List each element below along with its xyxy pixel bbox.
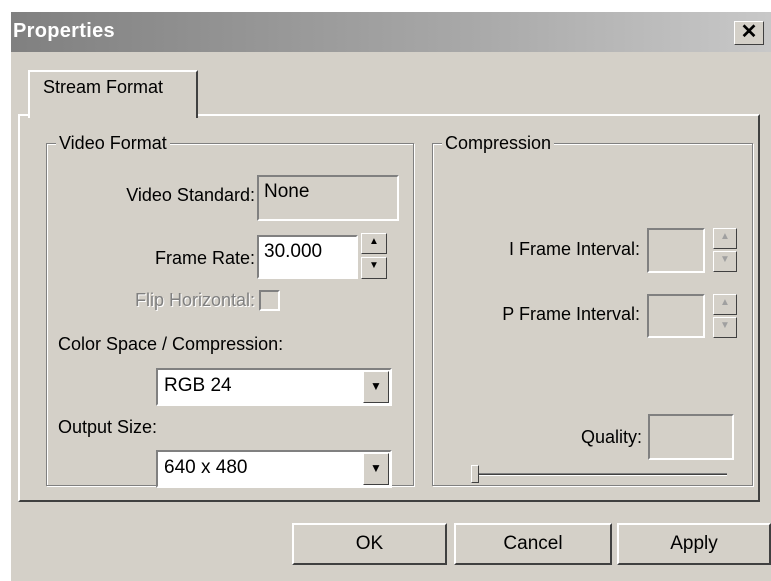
output-size-dropdown-button[interactable]: ▼ xyxy=(363,453,389,485)
spin-up-icon: ▲ xyxy=(369,236,379,247)
i-frame-spin-down[interactable]: ▼ xyxy=(713,251,737,272)
frame-rate-spin-up[interactable]: ▲ xyxy=(361,233,387,254)
video-standard-field: None xyxy=(257,175,399,221)
flip-horizontal-label: Flip Horizontal: xyxy=(134,290,255,310)
spin-down-icon: ▼ xyxy=(720,320,730,331)
output-size-select[interactable]: 640 x 480 ▼ xyxy=(156,450,392,488)
p-frame-spin-up[interactable]: ▲ xyxy=(713,294,737,315)
output-size-label: Output Size: xyxy=(58,417,158,437)
compression-group: Compression I Frame Interval: ▲ ▼ P Fram… xyxy=(432,132,753,486)
output-size-value: 640 x 480 xyxy=(164,457,248,478)
flip-horizontal-checkbox[interactable] xyxy=(259,290,280,311)
close-icon: ✕ xyxy=(740,21,758,43)
p-frame-spin-down[interactable]: ▼ xyxy=(713,317,737,338)
color-space-label: Color Space / Compression: xyxy=(58,334,284,354)
quality-label: Quality: xyxy=(580,427,642,447)
tab-stream-format[interactable]: Stream Format xyxy=(28,70,198,118)
frame-rate-label: Frame Rate: xyxy=(154,248,255,268)
quality-field xyxy=(648,414,734,460)
compression-group-title: Compression xyxy=(442,132,555,154)
spin-down-icon: ▼ xyxy=(720,254,730,265)
spin-up-icon: ▲ xyxy=(720,231,730,242)
frame-rate-input[interactable]: 30.000 xyxy=(257,235,358,279)
i-frame-interval-label: I Frame Interval: xyxy=(508,239,640,259)
color-space-dropdown-button[interactable]: ▼ xyxy=(363,371,389,403)
dropdown-arrow-icon: ▼ xyxy=(370,461,382,475)
close-button[interactable]: ✕ xyxy=(734,21,764,45)
i-frame-interval-input[interactable] xyxy=(647,228,705,273)
video-standard-label: Video Standard: xyxy=(126,185,255,205)
frame-rate-spin-down[interactable]: ▼ xyxy=(361,257,387,279)
frame-rate-value: 30.000 xyxy=(264,241,323,262)
video-standard-value: None xyxy=(264,181,310,202)
i-frame-spin-up[interactable]: ▲ xyxy=(713,228,737,249)
quality-slider-track[interactable] xyxy=(471,473,727,476)
quality-slider-thumb[interactable] xyxy=(471,465,479,483)
video-format-group: Video Format Video Standard: None Frame … xyxy=(46,132,414,488)
color-space-select[interactable]: RGB 24 ▼ xyxy=(156,368,392,406)
cancel-button[interactable]: Cancel xyxy=(454,523,612,565)
apply-button[interactable]: Apply xyxy=(617,523,771,565)
spin-down-icon: ▼ xyxy=(369,260,379,271)
p-frame-interval-input[interactable] xyxy=(647,294,705,338)
spin-up-icon: ▲ xyxy=(720,297,730,308)
dropdown-arrow-icon: ▼ xyxy=(370,379,382,393)
title-bar[interactable]: Properties ✕ xyxy=(11,12,771,52)
video-format-group-title: Video Format xyxy=(56,132,170,154)
color-space-value: RGB 24 xyxy=(164,375,232,396)
properties-dialog: Properties ✕ Stream Format Video Format … xyxy=(11,12,771,581)
p-frame-interval-label: P Frame Interval: xyxy=(502,304,640,324)
stream-format-panel: Video Format Video Standard: None Frame … xyxy=(18,114,760,502)
ok-button[interactable]: OK xyxy=(292,523,447,565)
window-title: Properties xyxy=(13,20,115,42)
